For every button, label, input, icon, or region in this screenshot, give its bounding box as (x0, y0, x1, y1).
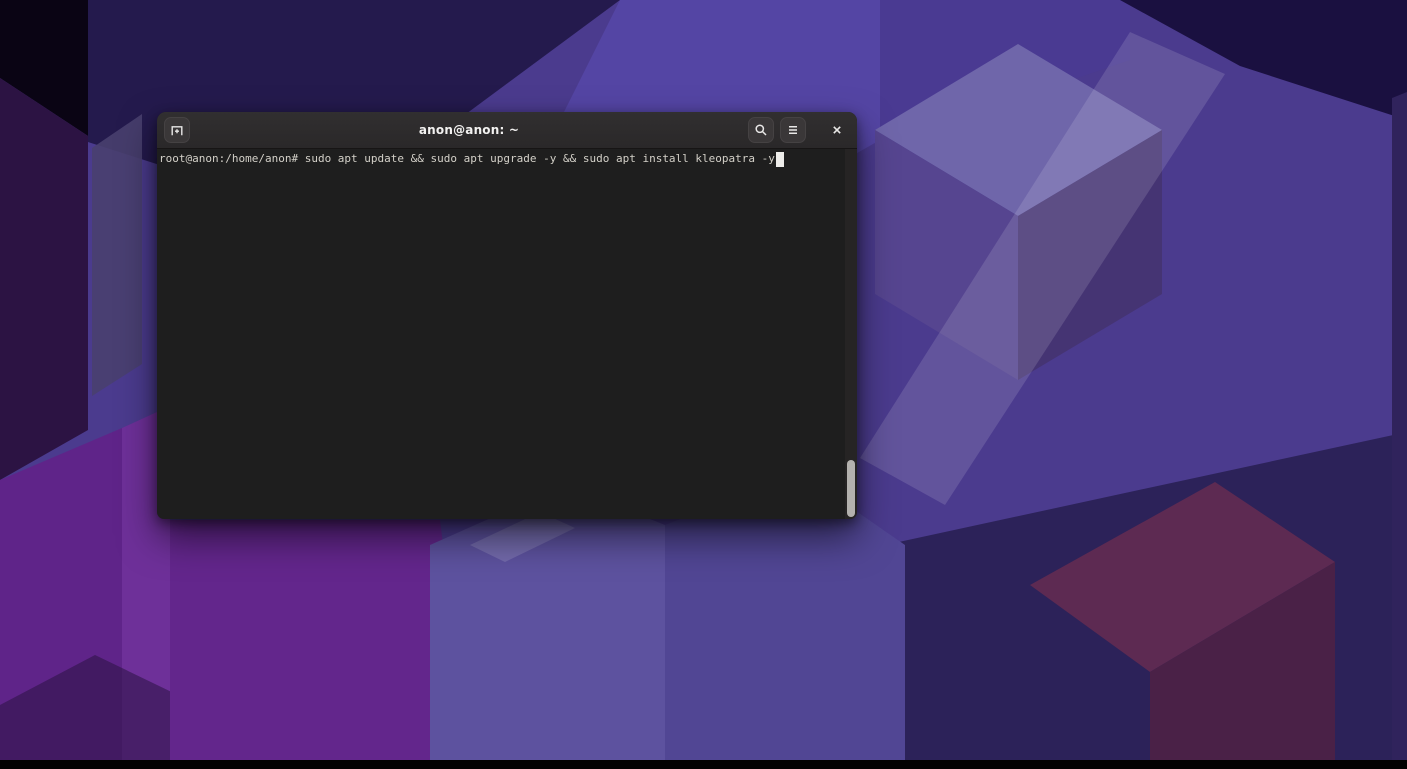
close-icon (830, 123, 844, 137)
scrollbar-thumb[interactable] (847, 460, 855, 517)
terminal-line-text: root@anon:/home/anon# sudo apt update &&… (159, 151, 775, 167)
terminal-content-area[interactable]: root@anon:/home/anon# sudo apt update &&… (157, 149, 857, 519)
search-icon (753, 122, 769, 138)
new-tab-button[interactable] (164, 117, 190, 143)
terminal-line: root@anon:/home/anon# sudo apt update &&… (159, 151, 843, 167)
titlebar[interactable]: anon@anon: ~ (157, 112, 857, 149)
taskbar (0, 760, 1407, 769)
terminal-window: anon@anon: ~ (157, 112, 857, 519)
menu-button[interactable] (780, 117, 806, 143)
search-button[interactable] (748, 117, 774, 143)
tab-new-icon (169, 122, 185, 138)
hamburger-menu-icon (785, 122, 801, 138)
window-title: anon@anon: ~ (190, 123, 748, 137)
terminal-cursor (776, 152, 784, 167)
close-button[interactable] (824, 117, 850, 143)
